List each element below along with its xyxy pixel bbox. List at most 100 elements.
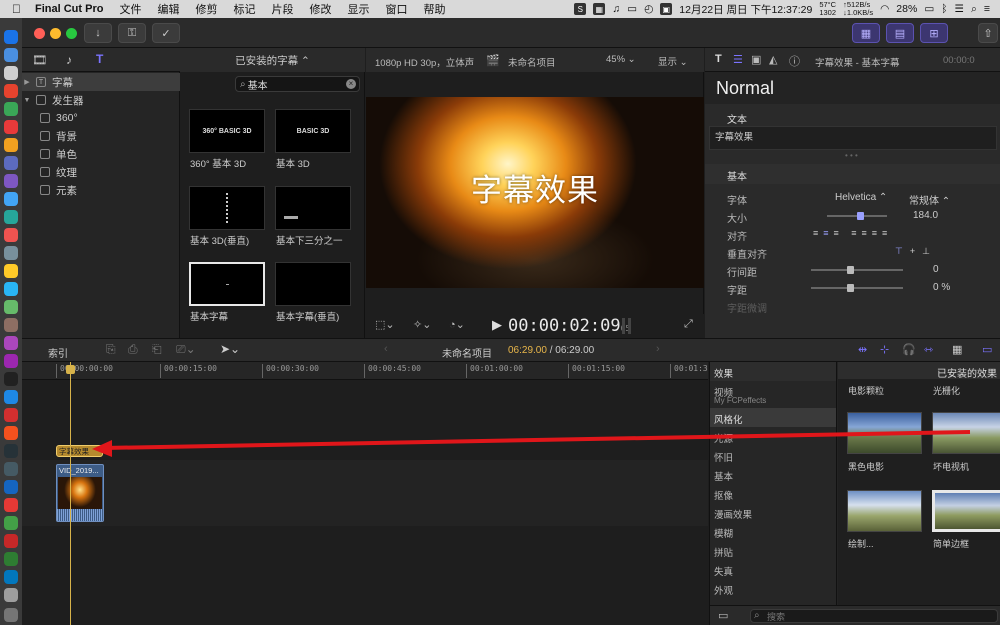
color-inspector-icon[interactable]: ◭ bbox=[769, 53, 777, 66]
app-icon[interactable] bbox=[4, 390, 18, 404]
menu-view[interactable]: 显示 bbox=[339, 1, 377, 17]
text-input[interactable]: 字幕效果 bbox=[709, 126, 997, 150]
size-slider[interactable] bbox=[827, 212, 887, 220]
text-section-header[interactable]: 文本 bbox=[705, 107, 1000, 127]
insert-icon[interactable]: ⎙ bbox=[128, 342, 138, 357]
control-center-icon[interactable]: ☰ bbox=[955, 3, 964, 15]
app-icon[interactable] bbox=[4, 372, 18, 386]
sidebar-item-backgrounds[interactable]: 背景 bbox=[22, 127, 180, 145]
app-icon[interactable] bbox=[4, 66, 18, 80]
enhance-icon[interactable]: ✧⌄ bbox=[413, 318, 431, 331]
title-thumb-basic-title-vertical[interactable] bbox=[275, 262, 351, 306]
app-icon[interactable] bbox=[4, 210, 18, 224]
text-inspector-icon[interactable]: ☰ bbox=[733, 53, 743, 66]
app-icon[interactable] bbox=[4, 48, 18, 62]
effect-thumb-rasterize[interactable] bbox=[932, 412, 1000, 454]
search-input[interactable]: ⌕ 基本 × bbox=[235, 76, 360, 92]
effect-thumb-simple-border[interactable] bbox=[932, 490, 1000, 532]
video-title-caption[interactable]: 字幕效果 bbox=[471, 165, 599, 210]
sidebar-item-solids[interactable]: 单色 bbox=[22, 145, 180, 163]
app-icon[interactable] bbox=[4, 570, 18, 584]
sidebar-item-elements[interactable]: 元素 bbox=[22, 181, 180, 199]
title-thumb-360-basic-3d[interactable]: 360° BASIC 3D bbox=[189, 109, 265, 153]
app-icon[interactable] bbox=[4, 300, 18, 314]
effects-browser-icon[interactable]: ▭ bbox=[982, 343, 992, 356]
vertical-alignment-buttons[interactable]: ⊤+⊥ bbox=[895, 246, 937, 257]
app-icon[interactable] bbox=[4, 426, 18, 440]
title-thumb-basic-3d-vertical[interactable] bbox=[189, 186, 265, 230]
title-thumb-basic-lower-third[interactable] bbox=[275, 186, 351, 230]
transform-icon[interactable]: ⬚⌄ bbox=[375, 318, 395, 331]
effect-thumb-drawing[interactable] bbox=[847, 490, 922, 532]
search-icon[interactable]: ⌕ bbox=[971, 3, 977, 16]
view-dropdown[interactable]: 显示 ⌄ bbox=[658, 54, 688, 68]
app-icon[interactable] bbox=[4, 174, 18, 188]
clear-search-icon[interactable]: × bbox=[346, 79, 356, 89]
forward-arrow-icon[interactable]: › bbox=[656, 343, 660, 355]
menu-edit[interactable]: 编辑 bbox=[149, 1, 187, 17]
headphones-icon[interactable]: 🎧 bbox=[902, 343, 916, 356]
app-icon[interactable] bbox=[4, 516, 18, 530]
import-button[interactable]: ↓ bbox=[84, 23, 112, 43]
app-icon[interactable] bbox=[4, 156, 18, 170]
battery-icon[interactable]: ▭ bbox=[924, 3, 934, 15]
media-browser-icon[interactable]: 🎞 bbox=[32, 53, 47, 67]
app-icon[interactable] bbox=[4, 138, 18, 152]
audio-browser-icon[interactable]: ♪ bbox=[66, 53, 72, 67]
clock-sync-icon[interactable]: ◴ bbox=[644, 3, 653, 15]
app-icon[interactable] bbox=[4, 534, 18, 548]
menu-trim[interactable]: 修剪 bbox=[187, 1, 225, 17]
app-icon[interactable] bbox=[4, 318, 18, 332]
status-s-icon[interactable]: S bbox=[574, 3, 587, 15]
playhead[interactable] bbox=[66, 362, 75, 625]
disclosure-triangle-icon[interactable]: ▼ bbox=[22, 97, 32, 104]
fullscreen-icon[interactable]: ⤢ bbox=[684, 318, 693, 331]
video-inspector-icon[interactable]: ▣ bbox=[751, 53, 761, 66]
slider-knob[interactable] bbox=[847, 266, 854, 274]
music-icon[interactable]: ♫ bbox=[612, 3, 620, 15]
app-icon[interactable] bbox=[4, 228, 18, 242]
menu-app-name[interactable]: Final Cut Pro bbox=[27, 3, 111, 15]
title-thumb-basic-3d[interactable]: BASIC 3D bbox=[275, 109, 351, 153]
status-grid-icon[interactable]: ▦ bbox=[593, 3, 606, 15]
title-inspector-icon[interactable]: T bbox=[715, 53, 722, 65]
index-button[interactable]: 索引 bbox=[48, 345, 68, 360]
timeline[interactable]: 00:00:00:00 00:00:15:00 00:00:30:00 00:0… bbox=[22, 362, 708, 625]
titles-browser-icon[interactable]: T bbox=[96, 52, 103, 66]
basic-section-header[interactable]: 基本 bbox=[705, 164, 1000, 184]
sidebar-toggle-icon[interactable]: ▭ bbox=[718, 609, 728, 622]
app-icon[interactable] bbox=[4, 462, 18, 476]
apple-menu-icon[interactable]:  bbox=[0, 2, 27, 16]
menu-extra-icon[interactable]: ≡ bbox=[984, 3, 990, 15]
window-zoom-button[interactable] bbox=[66, 28, 77, 39]
sidebar-item-360[interactable]: 360° bbox=[22, 109, 180, 127]
playhead-handle[interactable] bbox=[66, 365, 75, 374]
installed-titles-dropdown[interactable]: 已安装的字幕 ⌃ bbox=[180, 48, 365, 72]
video-frame[interactable]: 字幕效果 bbox=[366, 97, 704, 288]
app-icon[interactable] bbox=[4, 84, 18, 98]
skimming-icon[interactable]: ⇹ bbox=[858, 343, 867, 356]
app-icon[interactable] bbox=[4, 336, 18, 350]
menu-modify[interactable]: 修改 bbox=[301, 1, 339, 17]
sidebar-item-generators[interactable]: ▼ 发生器 bbox=[22, 91, 180, 109]
slider-knob[interactable] bbox=[857, 212, 864, 220]
app-icon[interactable] bbox=[4, 120, 18, 134]
app-icon[interactable] bbox=[4, 102, 18, 116]
line-spacing-value[interactable]: 0 bbox=[933, 264, 939, 275]
battery-percent[interactable]: 28% bbox=[896, 3, 917, 15]
overwrite-icon[interactable]: ⎚⌄ bbox=[176, 342, 196, 357]
append-icon[interactable]: ⎗ bbox=[152, 342, 162, 357]
size-value[interactable]: 184.0 bbox=[913, 210, 938, 221]
status-box-icon[interactable]: ▣ bbox=[660, 3, 673, 15]
app-icon[interactable] bbox=[4, 282, 18, 296]
show-inspector-button[interactable]: ⊞ bbox=[920, 23, 948, 43]
finder-icon[interactable] bbox=[4, 30, 18, 44]
installed-effects-header[interactable]: 已安装的效果 bbox=[838, 362, 1000, 380]
title-clip[interactable]: 字幕效果 bbox=[56, 445, 103, 457]
effects-category-tiling[interactable]: 拼贴 bbox=[710, 541, 836, 560]
app-icon[interactable] bbox=[4, 444, 18, 458]
app-icon[interactable] bbox=[4, 498, 18, 512]
clip-appearance-icon[interactable]: ⎘ bbox=[106, 342, 116, 357]
share-button[interactable]: ⇧ bbox=[978, 23, 998, 43]
text-style-name[interactable]: Normal bbox=[705, 72, 1000, 104]
